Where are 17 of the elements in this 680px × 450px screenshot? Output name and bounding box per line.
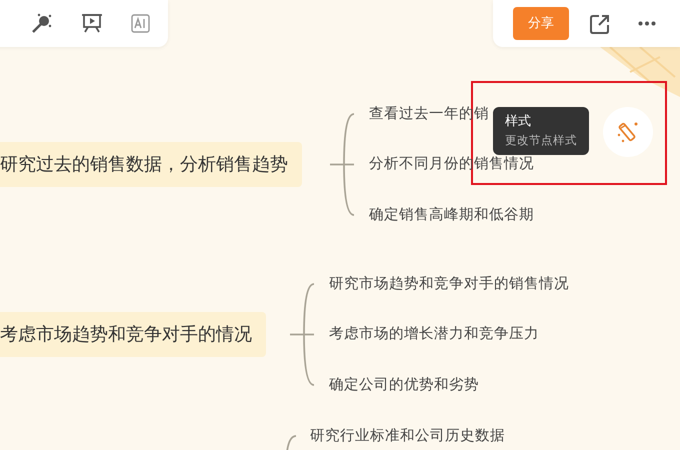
external-link-icon[interactable] [590, 14, 610, 34]
tooltip-subtitle: 更改节点样式 [505, 132, 577, 149]
subtopic-node[interactable]: 研究行业标准和公司历史数据 [310, 426, 505, 446]
subtopic-node[interactable]: 确定公司的优势和劣势 [329, 374, 479, 394]
subtopic-node[interactable]: 确定销售高峰期和低谷期 [369, 204, 534, 224]
tooltip-title: 样式 [505, 113, 532, 131]
ai-icon[interactable] [131, 14, 150, 33]
subtopic-node[interactable]: 考虑市场的增长潜力和竞争压力 [329, 324, 539, 344]
branch-connector [285, 435, 296, 450]
topic-node[interactable]: 考虑市场趋势和竞争对手的情况 [0, 312, 266, 357]
style-button[interactable] [603, 107, 653, 157]
pen-sparkle-icon [616, 120, 640, 144]
magic-wand-icon[interactable] [31, 13, 52, 34]
topic-node[interactable]: 研究过去的销售数据，分析销售趋势 [0, 142, 302, 187]
presentation-icon[interactable] [82, 14, 102, 33]
more-icon[interactable] [638, 21, 656, 26]
subtopic-node[interactable]: 研究市场趋势和竞争对手的销售情况 [329, 274, 569, 294]
